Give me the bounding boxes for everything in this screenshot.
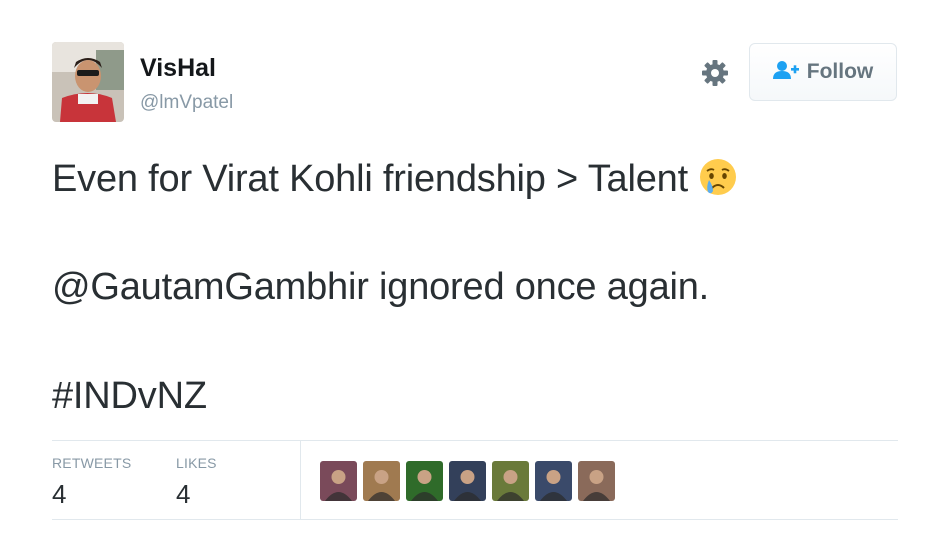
tweet-text: ignored once again. [368,266,710,308]
mention-link[interactable]: @GautamGambhir [52,266,369,308]
retweets-count: 4 [52,479,67,509]
liker-avatar-3[interactable] [406,461,443,501]
retweets-label: RETWEETS [52,455,132,471]
tweet-text-line-1: Even for Virat Kohli friendship > Talent [52,157,738,207]
follow-label: Follow [806,60,874,83]
add-person-icon [772,60,799,85]
liker-avatar-4[interactable] [449,461,486,501]
tweet-text-line-2: @GautamGambhir ignored once again. [52,266,709,309]
tweet-card: VisHal @lmVpatel Follow Even for Virat K… [0,0,952,536]
liker-avatar-2[interactable] [363,461,400,501]
liker-avatars [320,461,615,501]
user-handle[interactable]: @lmVpatel [140,92,233,114]
tweet-text-line-3: #INDvNZ [52,375,207,418]
divider [52,519,898,520]
follow-button[interactable]: Follow [749,43,897,101]
likes-stat[interactable]: LIKES 4 [176,455,217,510]
liker-avatar-5[interactable] [492,461,529,501]
user-avatar[interactable] [52,42,124,122]
likes-label: LIKES [176,455,217,471]
likes-count: 4 [176,479,191,509]
liker-avatar-1[interactable] [320,461,357,501]
stats-separator [300,441,301,519]
retweets-stat[interactable]: RETWEETS 4 [52,455,131,510]
divider [52,440,898,441]
liker-avatar-6[interactable] [535,461,572,501]
liker-avatar-7[interactable] [578,461,615,501]
hashtag-link[interactable]: #INDvNZ [52,375,207,417]
crying-face-emoji-icon [698,157,738,207]
tweet-text: Even for Virat Kohli friendship > Talent [52,158,688,200]
gear-icon[interactable] [700,58,730,88]
display-name[interactable]: VisHal [140,54,216,83]
